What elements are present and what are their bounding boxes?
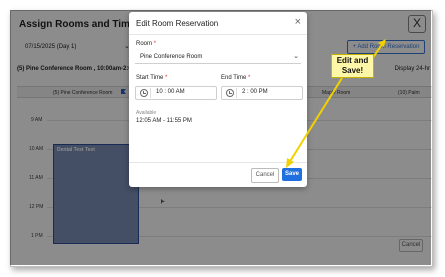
annotation-callout: Edit and Save! — [331, 54, 374, 78]
annotation-arrows — [286, 39, 386, 168]
